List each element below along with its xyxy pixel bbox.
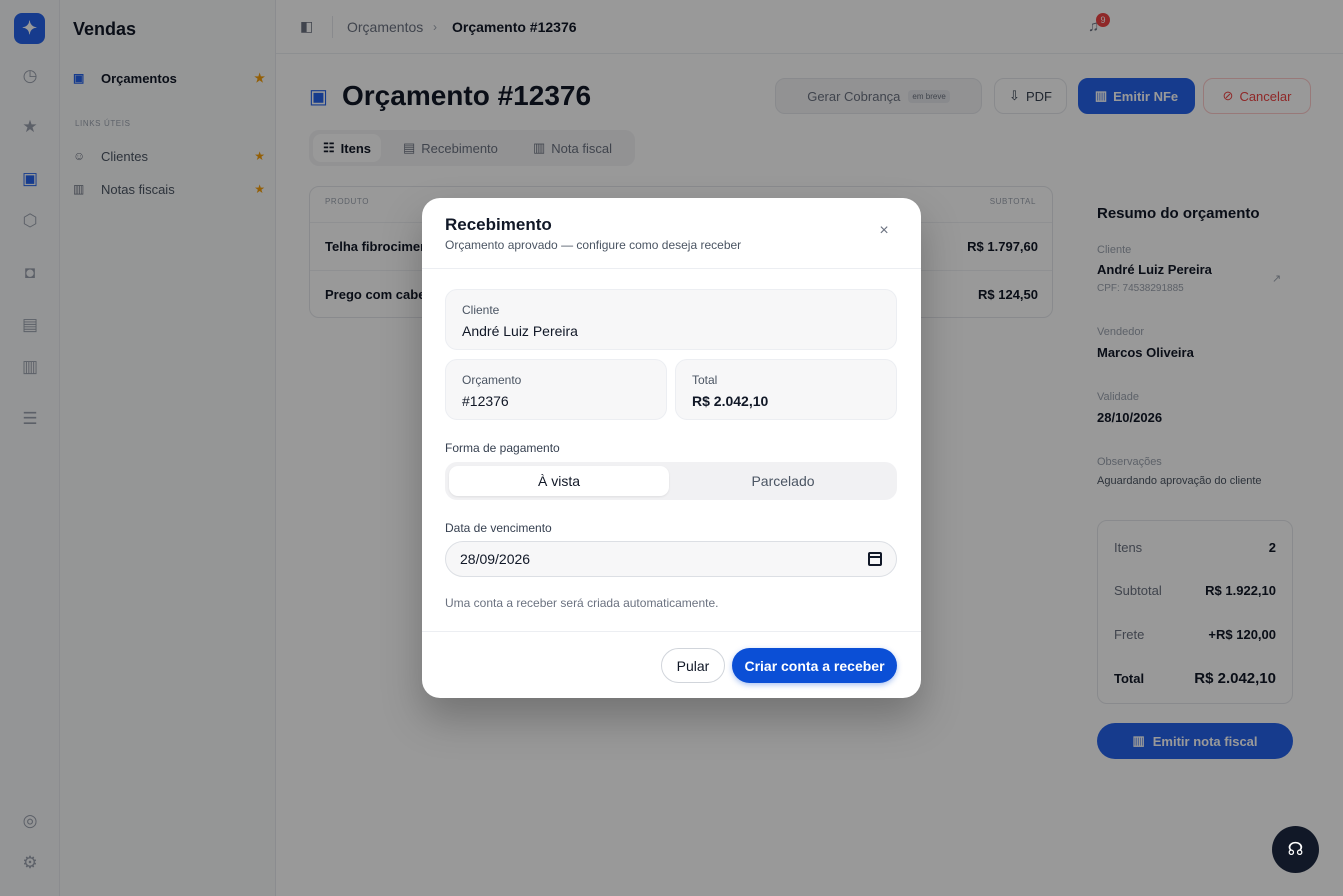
- orcamento-card: Orçamento #12376: [445, 359, 667, 420]
- forma-pagamento-label: Forma de pagamento: [445, 441, 560, 455]
- dialog-subtitle: Orçamento aprovado — configure como dese…: [445, 238, 742, 252]
- cliente-card: Cliente André Luiz Pereira: [445, 289, 897, 350]
- helper-text: Uma conta a receber será criada automati…: [445, 596, 719, 610]
- close-icon[interactable]: ×: [877, 223, 891, 239]
- orcamento-value: #12376: [462, 393, 509, 409]
- data-vencimento-input[interactable]: 28/09/2026: [445, 541, 897, 577]
- option-parcelado[interactable]: Parcelado: [673, 466, 893, 496]
- calendar-icon[interactable]: [868, 552, 882, 566]
- divider: [422, 268, 921, 269]
- total-card: Total R$ 2.042,10: [675, 359, 897, 420]
- data-vencimento-label: Data de vencimento: [445, 521, 552, 535]
- skip-button[interactable]: Pular: [661, 648, 725, 683]
- recebimento-dialog: Recebimento Orçamento aprovado — configu…: [422, 198, 921, 698]
- help-headset-button[interactable]: ☊: [1272, 826, 1319, 873]
- total-label: Total: [692, 373, 718, 387]
- cliente-value: André Luiz Pereira: [462, 323, 578, 339]
- date-value: 28/09/2026: [460, 551, 531, 567]
- headset-icon: ☊: [1287, 839, 1304, 859]
- total-value: R$ 2.042,10: [692, 393, 769, 409]
- option-a-vista[interactable]: À vista: [449, 466, 669, 496]
- dialog-title: Recebimento: [445, 215, 552, 234]
- create-receivable-button[interactable]: Criar conta a receber: [732, 648, 897, 683]
- orcamento-label: Orçamento: [462, 373, 522, 387]
- divider: [422, 631, 921, 632]
- cliente-label: Cliente: [462, 303, 500, 317]
- forma-pagamento-toggle: À vista Parcelado: [445, 462, 897, 500]
